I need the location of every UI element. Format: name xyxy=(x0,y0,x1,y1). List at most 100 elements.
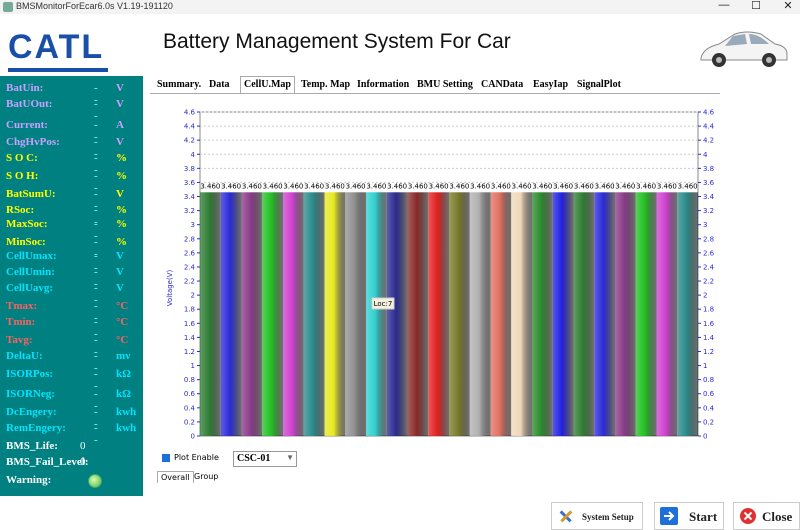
y-tick-label-left: 4.2 xyxy=(184,137,195,145)
data-label-cell-17: 3.460 xyxy=(532,182,552,190)
tab-signalplot[interactable]: SignalPlot xyxy=(574,77,624,93)
tab-summary[interactable]: Summary. xyxy=(154,77,204,93)
start-label: Start xyxy=(689,509,718,524)
y-tick-label-right: 1.2 xyxy=(703,348,714,356)
bar-cell-4 xyxy=(262,192,283,436)
status-label: ISORPos: xyxy=(6,368,54,380)
y-tick-label-left: 2.6 xyxy=(184,249,196,257)
status-unit: V xyxy=(116,98,124,110)
system-setup-button[interactable]: System Setup xyxy=(551,502,643,530)
car-icon xyxy=(700,31,788,67)
status-unit: °C xyxy=(116,334,129,346)
tools-icon xyxy=(559,510,573,523)
tab-bmu-setting[interactable]: BMU Setting xyxy=(414,77,476,93)
chevron-down-icon: ▼ xyxy=(286,453,294,462)
tab-information[interactable]: Information xyxy=(354,77,412,93)
status-label: Current: xyxy=(6,119,48,131)
tab-cellu-map[interactable]: CellU.Map xyxy=(240,76,295,94)
status-label: BatSumU: xyxy=(6,188,56,200)
y-tick-label-left: 0.8 xyxy=(184,376,195,384)
status-label: Tmin: xyxy=(6,316,36,328)
window-title-bar: BMSMonitorForEcar6.0s V1.19-191120 — ☐ ✕ xyxy=(0,0,800,14)
y-tick-label-right: 2.6 xyxy=(703,249,715,257)
status-unit: kΩ xyxy=(116,388,131,400)
data-label-cell-5: 3.460 xyxy=(283,182,303,190)
bar-cell-1 xyxy=(200,192,221,436)
status-unit: V xyxy=(116,282,124,294)
data-label-cell-8: 3.460 xyxy=(346,182,366,190)
y-tick-label-left: 3.6 xyxy=(184,179,196,187)
y-tick-label-right: 0.8 xyxy=(703,376,714,384)
maximize-button[interactable]: ☐ xyxy=(746,0,766,12)
y-tick-label-left: 1.2 xyxy=(184,348,195,356)
y-tick-label-right: 1.6 xyxy=(703,320,715,328)
plot-enable-checkbox[interactable]: Plot Enable xyxy=(162,453,219,462)
subtab-group[interactable]: Group xyxy=(191,471,221,482)
status-label: RemEngery: xyxy=(6,422,66,434)
status-label: Tmax: xyxy=(6,300,38,312)
bar-cell-11 xyxy=(407,192,429,436)
subtab-overall[interactable]: Overall xyxy=(157,471,194,483)
bar-cell-12 xyxy=(428,192,449,436)
close-button[interactable]: Close xyxy=(733,502,800,530)
bar-cell-16 xyxy=(511,192,532,436)
status-label: MaxSoc: xyxy=(6,218,48,230)
data-label-cell-23: 3.460 xyxy=(657,182,677,190)
bar-cell-5 xyxy=(283,192,304,436)
status-unit: kΩ xyxy=(116,368,131,380)
status-value: 0 xyxy=(80,440,86,452)
y-tick-label-right: 0.4 xyxy=(703,404,715,412)
warning-led-icon xyxy=(88,474,102,488)
window-title: BMSMonitorForEcar6.0s V1.19-191120 xyxy=(16,1,173,11)
y-tick-label-left: 4.6 xyxy=(184,109,196,117)
y-tick-label-left: 1.4 xyxy=(184,334,196,342)
csc-select[interactable]: CSC-01 ▼ xyxy=(233,451,297,467)
data-label-cell-7: 3.460 xyxy=(325,182,345,190)
tab-temp-map[interactable]: Temp. Map xyxy=(298,77,353,93)
logo-underline xyxy=(8,68,108,72)
start-button[interactable]: Start xyxy=(654,502,724,530)
data-label-cell-19: 3.460 xyxy=(574,182,594,190)
status-label: ChgHvPos: xyxy=(6,136,60,148)
y-tick-label-right: 4 xyxy=(703,151,708,159)
status-label: DcEngery: xyxy=(6,406,57,418)
tab-data[interactable]: Data xyxy=(206,77,233,93)
data-label-cell-13: 3.460 xyxy=(449,182,469,190)
data-label-cell-12: 3.460 xyxy=(429,182,449,190)
status-label: MinSoc: xyxy=(6,236,46,248)
bar-cell-6 xyxy=(303,192,325,436)
bar-cell-21 xyxy=(615,192,636,436)
status-unit: kwh xyxy=(116,422,137,434)
y-tick-label-left: 3.4 xyxy=(184,193,196,201)
bar-cell-14 xyxy=(469,192,491,436)
y-tick-label-right: 3.2 xyxy=(703,207,714,215)
data-label-cell-22: 3.460 xyxy=(636,182,656,190)
y-tick-label-right: 0.6 xyxy=(703,390,715,398)
y-tick-label-right: 3 xyxy=(703,221,707,229)
csc-selected-value: CSC-01 xyxy=(237,453,271,464)
checkbox-checked-icon xyxy=(162,453,170,462)
y-tick-label-right: 3.6 xyxy=(703,179,715,187)
status-unit: % xyxy=(116,170,127,182)
y-tick-label-left: 2.4 xyxy=(184,263,196,271)
y-tick-label-right: 4.6 xyxy=(703,109,715,117)
y-tick-label-right: 3.4 xyxy=(703,193,715,201)
close-window-button[interactable]: ✕ xyxy=(778,0,798,12)
cell-voltage-chart: 0 0 0.2 0.2 0.4 0.4 0.6 0.6 0.8 0.8 1 1 1.2 1.2 1.4 1.4… xyxy=(166,109,715,441)
tab-candata[interactable]: CANData xyxy=(478,77,526,93)
close-label: Close xyxy=(762,509,793,524)
status-label: CellUmin: xyxy=(6,266,55,278)
status-label: Warning: xyxy=(6,474,52,486)
data-label-cell-24: 3.460 xyxy=(678,182,698,190)
bar-cell-2 xyxy=(220,192,242,436)
y-tick-label-left: 2.2 xyxy=(184,278,195,286)
app-title: Battery Management System For Car xyxy=(163,30,511,53)
tooltip-text: Loc:7 xyxy=(374,300,393,308)
minimize-button[interactable]: — xyxy=(714,0,734,11)
y-tick-label-right: 4.4 xyxy=(703,123,715,131)
y-tick-label-left: 0.6 xyxy=(184,390,196,398)
y-tick-label-right: 3.8 xyxy=(703,165,714,173)
tab-easyiap[interactable]: EasyIap xyxy=(530,77,571,93)
y-tick-label-right: 2.4 xyxy=(703,263,715,271)
data-label-cell-3: 3.460 xyxy=(242,182,262,190)
